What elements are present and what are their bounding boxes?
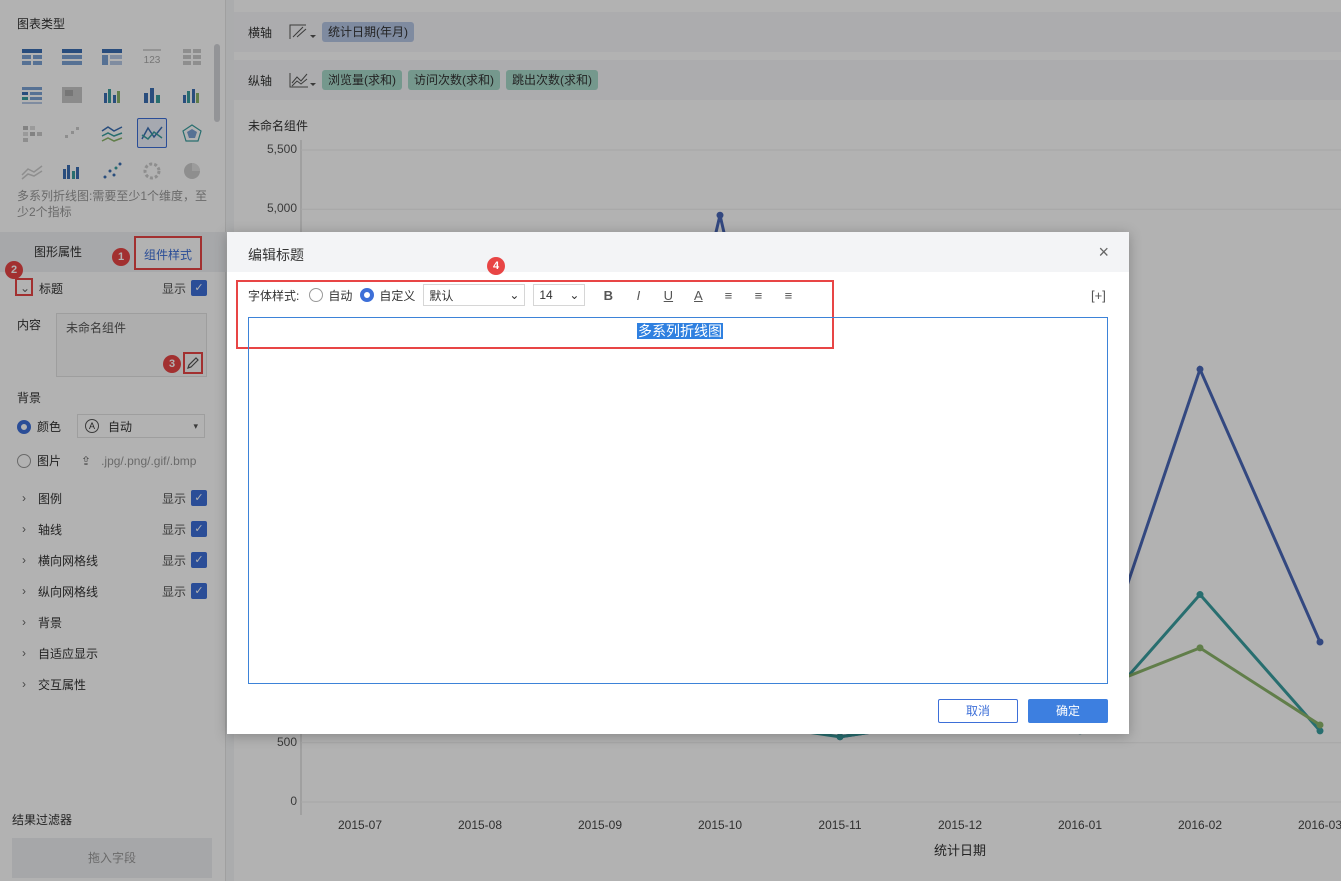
insert-field-icon[interactable]: [+] [1091, 288, 1106, 303]
cancel-button[interactable]: 取消 [938, 699, 1018, 723]
editor-selected-text[interactable]: 多系列折线图 [637, 323, 723, 339]
dialog-title: 编辑标题 [248, 247, 304, 263]
step-badge-4: 4 [487, 257, 505, 275]
close-icon[interactable]: × [1098, 242, 1109, 263]
edit-title-dialog: 编辑标题 × 4 字体样式: 自动 自定义 默认 ⌄ 14 ⌄ B I U A ≡ … [227, 232, 1129, 734]
confirm-button[interactable]: 确定 [1028, 699, 1108, 723]
title-editor[interactable]: 多系列折线图 [248, 317, 1108, 684]
dialog-header: 编辑标题 × [227, 232, 1129, 272]
